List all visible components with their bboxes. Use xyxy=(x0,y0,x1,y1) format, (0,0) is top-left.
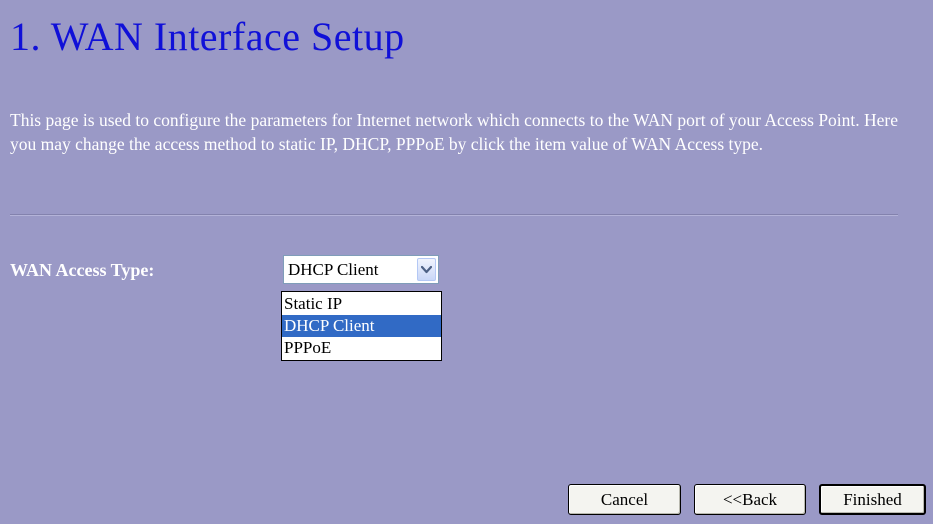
option-static-ip[interactable]: Static IP xyxy=(282,293,441,315)
page-description: This page is used to configure the param… xyxy=(10,110,899,154)
divider xyxy=(10,214,898,216)
option-dhcp-client[interactable]: DHCP Client xyxy=(282,315,441,337)
wan-access-type-selected-value: DHCP Client xyxy=(288,260,379,279)
option-pppoe[interactable]: PPPoE xyxy=(282,337,441,359)
back-button[interactable]: <<Back xyxy=(694,484,806,515)
wan-access-type-select[interactable]: DHCP Client xyxy=(283,255,439,284)
cancel-button[interactable]: Cancel xyxy=(568,484,681,515)
page-title: 1. WAN Interface Setup xyxy=(10,14,405,59)
dropdown-arrow-button[interactable] xyxy=(417,258,436,281)
finished-button[interactable]: Finished xyxy=(819,484,926,515)
wan-access-type-options: Static IP DHCP Client PPPoE xyxy=(281,291,442,361)
wan-access-type-label: WAN Access Type: xyxy=(10,260,155,280)
chevron-down-icon xyxy=(421,265,432,274)
